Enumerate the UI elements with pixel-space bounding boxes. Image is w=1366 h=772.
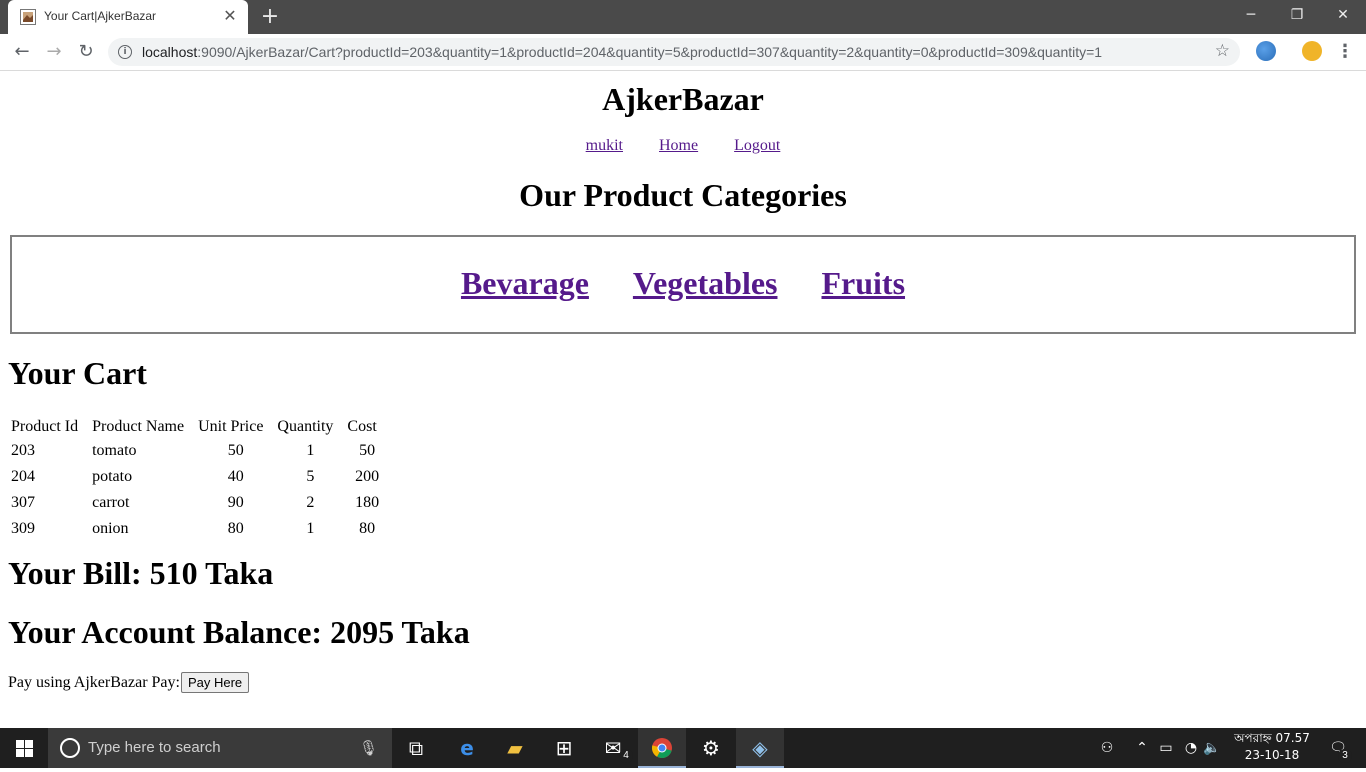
account-balance: Your Account Balance: 2095 Taka bbox=[8, 614, 470, 650]
cart-heading: Your Cart bbox=[8, 355, 147, 391]
taskbar: Type here to search 🎙 ⧉ e ▰ ⊞ ✉ 4 ⚙ ◈ ⚇ ⌃… bbox=[0, 728, 1366, 768]
file-explorer-icon[interactable]: ▰ bbox=[491, 728, 539, 768]
browser-tab[interactable]: Your Cart|AjkerBazar ✕ bbox=[8, 0, 248, 34]
table-row: 307 carrot 90 2 180 bbox=[10, 491, 388, 515]
browser-toolbar: ← → ↻ i localhost:9090/AjkerBazar/Cart?p… bbox=[0, 34, 1366, 71]
cell-product-name: potato bbox=[92, 468, 133, 485]
notification-badge: 3 bbox=[1338, 749, 1352, 763]
cell-product-id: 203 bbox=[11, 442, 35, 459]
category-link-vegetables[interactable]: Vegetables bbox=[633, 265, 778, 301]
bookmark-star-icon[interactable]: ☆ bbox=[1215, 41, 1230, 61]
cell-unit-price: 80 bbox=[227, 520, 244, 537]
search-placeholder: Type here to search bbox=[88, 739, 221, 756]
window-close-icon[interactable]: ✕ bbox=[1320, 0, 1366, 30]
url-text[interactable]: localhost:9090/AjkerBazar/Cart?productId… bbox=[142, 44, 1102, 60]
nav-link-logout[interactable]: Logout bbox=[734, 137, 780, 154]
cell-unit-price: 40 bbox=[227, 468, 244, 485]
page-favicon-icon bbox=[20, 9, 36, 25]
cell-cost: 200 bbox=[355, 468, 380, 485]
cell-product-name: carrot bbox=[92, 494, 130, 511]
browser-tab-bar: Your Cart|AjkerBazar ✕ + ─ ❐ ✕ bbox=[0, 0, 1366, 34]
restore-icon[interactable]: ❐ bbox=[1274, 0, 1320, 30]
chrome-icon[interactable] bbox=[638, 728, 686, 768]
table-row: 204 potato 40 5 200 bbox=[10, 465, 388, 489]
table-row: 309 onion 80 1 80 bbox=[10, 517, 388, 541]
cell-cost: 180 bbox=[355, 494, 380, 511]
cell-product-name: onion bbox=[92, 520, 129, 537]
page-content: AjkerBazar mukit Home Logout Our Product… bbox=[0, 71, 1366, 728]
new-tab-button[interactable]: + bbox=[258, 5, 282, 29]
reload-icon[interactable]: ↻ bbox=[74, 40, 98, 64]
volume-icon[interactable]: 🔈 bbox=[1202, 728, 1222, 768]
nav-link-home[interactable]: Home bbox=[659, 137, 698, 154]
forward-icon[interactable]: → bbox=[42, 40, 66, 64]
store-icon[interactable]: ⊞ bbox=[540, 728, 588, 768]
column-header: Product Name bbox=[92, 418, 185, 435]
back-icon[interactable]: ← bbox=[10, 40, 34, 64]
mail-icon[interactable]: ✉ 4 bbox=[589, 728, 637, 768]
pay-row: Pay using AjkerBazar Pay: Pay Here bbox=[8, 672, 250, 693]
cell-quantity: 1 bbox=[306, 520, 315, 537]
cell-quantity: 2 bbox=[306, 494, 315, 511]
categories-box: Bevarage Vegetables Fruits bbox=[10, 235, 1356, 334]
menu-icon[interactable]: ⋮ bbox=[1336, 40, 1354, 64]
mail-badge: 4 bbox=[619, 749, 633, 763]
pay-here-button[interactable]: Pay Here bbox=[180, 672, 250, 693]
clock-date: 23-10-18 bbox=[1244, 748, 1300, 762]
windows-start-icon[interactable] bbox=[0, 728, 48, 768]
task-view-icon[interactable]: ⧉ bbox=[392, 728, 440, 768]
taskbar-search-box[interactable]: Type here to search 🎙 bbox=[48, 728, 392, 768]
battery-icon[interactable]: ▭ bbox=[1156, 728, 1176, 768]
notification-center-icon[interactable]: 🗨 3 bbox=[1318, 728, 1358, 768]
cell-product-id: 307 bbox=[11, 494, 35, 511]
column-header: Quantity bbox=[277, 418, 334, 435]
cell-product-id: 204 bbox=[11, 468, 35, 485]
close-tab-icon[interactable]: ✕ bbox=[222, 7, 238, 25]
chevron-up-icon[interactable]: ⌃ bbox=[1132, 728, 1152, 768]
cell-cost: 50 bbox=[359, 442, 376, 459]
site-title: AjkerBazar bbox=[602, 81, 764, 117]
pay-label: Pay using AjkerBazar Pay: bbox=[8, 673, 180, 691]
cell-cost: 80 bbox=[359, 520, 376, 537]
bill-total: Your Bill: 510 Taka bbox=[8, 555, 274, 591]
system-clock[interactable]: অপরাহ্ন 07.57 23-10-18 bbox=[1226, 730, 1318, 764]
cell-product-name: tomato bbox=[92, 442, 137, 459]
minimize-icon[interactable]: ─ bbox=[1228, 0, 1274, 30]
clock-time: অপরাহ্ন 07.57 bbox=[1234, 731, 1310, 745]
tab-title: Your Cart|AjkerBazar bbox=[44, 9, 157, 23]
table-row: 203 tomato 50 1 50 bbox=[10, 439, 388, 463]
edge-browser-icon[interactable]: e bbox=[443, 728, 491, 768]
cell-quantity: 5 bbox=[306, 468, 315, 485]
address-bar[interactable]: i localhost:9090/AjkerBazar/Cart?product… bbox=[108, 38, 1240, 66]
profile-avatar-icon[interactable] bbox=[1302, 41, 1322, 61]
cell-product-id: 309 bbox=[11, 520, 35, 537]
cell-unit-price: 50 bbox=[227, 442, 244, 459]
categories-heading: Our Product Categories bbox=[519, 177, 847, 213]
table-header-row: Product Id Product Name Unit Price Quant… bbox=[10, 417, 388, 437]
column-header: Unit Price bbox=[198, 418, 264, 435]
column-header: Cost bbox=[347, 418, 377, 435]
wifi-icon[interactable]: ◔ bbox=[1180, 728, 1202, 768]
nav-link-user[interactable]: mukit bbox=[586, 137, 623, 154]
category-link-fruits[interactable]: Fruits bbox=[821, 265, 905, 301]
virtualbox-icon[interactable]: ◈ bbox=[736, 728, 784, 768]
extension-globe-icon[interactable] bbox=[1256, 41, 1276, 61]
settings-gear-icon[interactable]: ⚙ bbox=[687, 728, 735, 768]
cell-quantity: 1 bbox=[306, 442, 315, 459]
cart-table: Product Id Product Name Unit Price Quant… bbox=[8, 415, 390, 543]
cell-unit-price: 90 bbox=[227, 494, 244, 511]
user-nav: mukit Home Logout bbox=[0, 137, 1366, 155]
info-icon[interactable]: i bbox=[118, 45, 132, 59]
column-header: Product Id bbox=[11, 418, 79, 435]
microphone-icon[interactable]: 🎙 bbox=[359, 739, 378, 757]
people-icon[interactable]: ⚇ bbox=[1096, 728, 1118, 768]
category-link-bevarage[interactable]: Bevarage bbox=[461, 265, 589, 301]
cortana-circle-icon bbox=[60, 738, 80, 758]
